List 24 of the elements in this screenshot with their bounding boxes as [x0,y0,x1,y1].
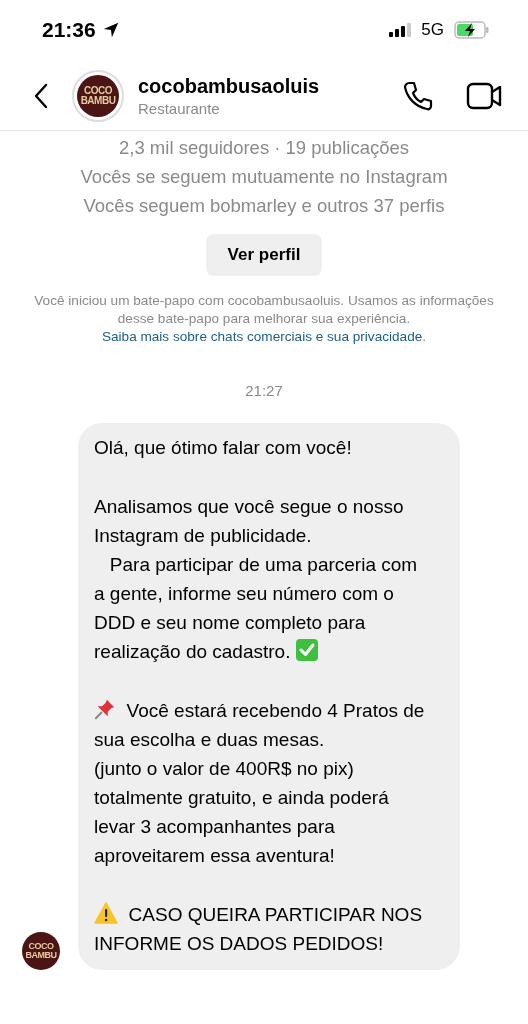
signal-icon [389,23,412,37]
username: cocobambusaoluis [138,75,321,98]
account-category: Restaurante [138,100,221,117]
check-mark-icon [295,639,318,661]
view-profile-button[interactable]: Ver perfil [205,234,323,276]
profile-info-text: Vocês seguem bobmarley e outros 37 perfis [83,194,445,218]
status-time: 21:36 [42,18,96,42]
video-call-icon[interactable] [466,81,502,111]
warning-icon [94,902,118,924]
message-text: Analisamos que você segue o nosso Instagram de publicidade. Para participar de uma parceria com a gente, informe seu número com o DDD e seu nome completo para realização do cadastro. [94,495,419,664]
back-icon[interactable] [34,83,48,109]
message-timestamp: 21:27 [244,382,284,399]
network-label: 5G [421,20,444,40]
sender-avatar[interactable]: COCO BAMBU [22,932,60,970]
profile-info-text: 2,3 mil seguidores · 19 publicações [119,136,409,160]
message-text: CASO QUEIRA PARTICIPAR NOS INFORME OS DADOS PEDIDOS! [94,901,424,956]
chat-notice: Você iniciou um bate-papo com cocobambusaoluis. Usamos as informações desse bate-papo para melhorar sua experiência. Saiba mais sobre chats comerciais e sua privacidade. [33,292,495,346]
pushpin-icon [94,698,116,720]
message-text: Olá, que ótimo falar com você! [94,436,353,460]
message-text: Você estará recebendo 4 Pratos de sua escolha e duas mesas. (junto o valor de 400R$ no pix) totalmente gratuito, e ainda poderá levar 3 acompanhantes para aproveitarem essa aventura! [94,697,426,868]
profile-avatar[interactable]: COCO BAMBU [72,70,124,122]
battery-charging-icon [454,21,490,39]
profile-info-text: Vocês se seguem mutuamente no Instagram [80,165,448,189]
phone-call-icon[interactable] [402,80,434,112]
